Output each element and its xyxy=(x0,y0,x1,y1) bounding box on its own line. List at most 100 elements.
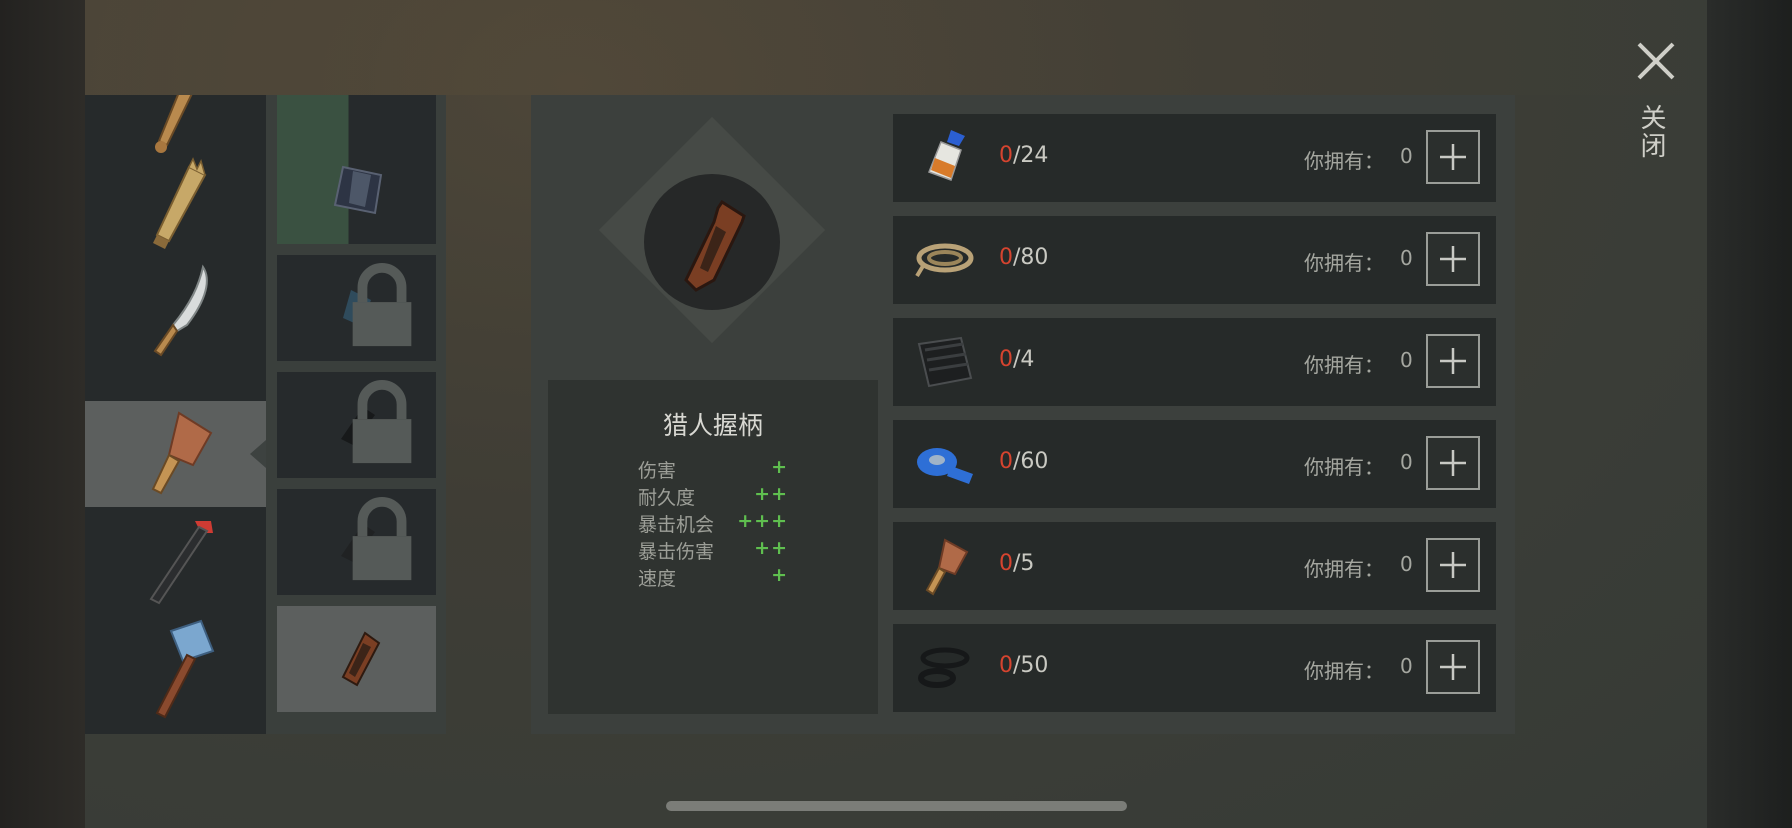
selection-arrow xyxy=(250,440,266,468)
add-button[interactable] xyxy=(1426,640,1480,694)
add-button[interactable] xyxy=(1426,436,1480,490)
stat-label: 伤害 xyxy=(638,460,677,482)
owned-label: 你拥有： xyxy=(1304,455,1384,479)
owned-value: 0 xyxy=(1400,144,1413,168)
material-have: 0 xyxy=(999,347,1013,372)
stat-label: 耐久度 xyxy=(638,487,696,509)
top-band xyxy=(85,0,1707,95)
material-count: 0/50 xyxy=(999,653,1048,678)
material-have: 0 xyxy=(999,653,1013,678)
plus-icon xyxy=(1440,654,1466,680)
stat-value: + xyxy=(771,564,788,586)
plus-icon xyxy=(1440,246,1466,272)
plus-icon xyxy=(1440,450,1466,476)
item-preview xyxy=(644,174,780,310)
weapon-item-cleaver[interactable] xyxy=(85,401,266,507)
right-edge xyxy=(1707,0,1792,828)
weapon-item-machete[interactable] xyxy=(85,261,266,367)
lock-icon xyxy=(352,263,412,347)
stat-row: 伤害 + xyxy=(638,456,788,483)
stat-value: ++ xyxy=(754,483,788,505)
owned-value: 0 xyxy=(1400,246,1413,270)
material-row-rope: 0/80 你拥有： 0 xyxy=(893,216,1496,304)
weapon-item-baseball-bat[interactable] xyxy=(85,95,266,161)
rope-icon xyxy=(915,243,974,278)
weapon-list[interactable] xyxy=(85,95,266,734)
material-have: 0 xyxy=(999,449,1013,474)
hunter-grip-preview-icon xyxy=(684,199,746,292)
owned-label: 你拥有： xyxy=(1304,659,1384,683)
add-button[interactable] xyxy=(1426,130,1480,184)
stat-label: 暴击机会 xyxy=(638,514,715,536)
left-edge xyxy=(0,0,85,828)
owned-value: 0 xyxy=(1400,450,1413,474)
mod-slot-tape-wrap[interactable] xyxy=(277,255,436,361)
owned-value: 0 xyxy=(1400,348,1413,372)
crowbar-icon xyxy=(149,521,213,605)
rubber-sheet-icon xyxy=(917,336,973,388)
stat-row: 速度 + xyxy=(638,564,788,591)
mod-slot-grip-black-2[interactable] xyxy=(277,489,436,595)
home-indicator[interactable] xyxy=(666,801,1127,811)
material-count: 0/24 xyxy=(999,143,1048,168)
add-button[interactable] xyxy=(1426,232,1480,286)
mod-slot-cleaver-blade[interactable] xyxy=(277,138,436,244)
material-need: /50 xyxy=(1013,653,1049,678)
glue-icon xyxy=(928,130,965,181)
plus-icon xyxy=(1440,348,1466,374)
spiked-plank-icon xyxy=(152,157,206,249)
lock-icon xyxy=(352,497,412,581)
material-count: 0/4 xyxy=(999,347,1034,372)
cleaver-blade-icon xyxy=(333,165,382,215)
owned-label: 你拥有： xyxy=(1304,149,1384,173)
close-button[interactable] xyxy=(1633,38,1679,84)
sledgehammer-icon xyxy=(155,619,214,719)
stat-value: + xyxy=(771,456,788,478)
stat-value: ++ xyxy=(754,537,788,559)
owned-label: 你拥有： xyxy=(1304,353,1384,377)
mod-slot-hunter-grip[interactable] xyxy=(277,606,436,712)
stat-row: 暴击机会 +++ xyxy=(638,510,788,537)
weapon-item-sledgehammer[interactable] xyxy=(85,613,266,719)
stat-row: 耐久度 ++ xyxy=(638,483,788,510)
close-label[interactable]: 关闭 xyxy=(1636,104,1670,160)
weapon-item-crowbar[interactable] xyxy=(85,507,266,613)
stat-value: +++ xyxy=(737,510,788,532)
stat-row: 暴击伤害 ++ xyxy=(638,537,788,564)
weapon-item-spiked-plank[interactable] xyxy=(85,155,266,261)
machete-icon xyxy=(153,264,208,357)
material-have: 0 xyxy=(999,245,1013,270)
material-have: 0 xyxy=(999,551,1013,576)
cleaver-icon xyxy=(151,411,212,495)
add-button[interactable] xyxy=(1426,538,1480,592)
item-name: 猎人握柄 xyxy=(662,411,763,440)
plus-icon xyxy=(1440,552,1466,578)
material-row-glue: 0/24 你拥有： 0 xyxy=(893,114,1496,202)
material-row-rubber-sheet: 0/4 你拥有： 0 xyxy=(893,318,1496,406)
mod-list[interactable] xyxy=(266,95,446,734)
material-have: 0 xyxy=(999,143,1013,168)
material-row-cleaver: 0/5 你拥有： 0 xyxy=(893,522,1496,610)
material-count: 0/5 xyxy=(999,551,1034,576)
material-count: 0/60 xyxy=(999,449,1048,474)
lock-icon xyxy=(352,380,412,464)
material-need: /4 xyxy=(1013,347,1035,372)
plus-icon xyxy=(1440,144,1466,170)
add-button[interactable] xyxy=(1426,334,1480,388)
stat-label: 暴击伤害 xyxy=(638,541,715,563)
material-need: /24 xyxy=(1013,143,1049,168)
material-need: /5 xyxy=(1013,551,1035,576)
mod-slot-grip-black[interactable] xyxy=(277,372,436,478)
item-info: 猎人握柄 伤害 + 耐久度 ++ 暴击机会 +++ 暴击伤害 ++ 速度 + xyxy=(548,380,878,714)
duct-tape-icon xyxy=(917,448,973,484)
material-row-rubber-rings: 0/50 你拥有： 0 xyxy=(893,624,1496,712)
rubber-rings-icon xyxy=(918,647,970,688)
mod-slot-partial[interactable] xyxy=(277,95,436,141)
material-count: 0/80 xyxy=(999,245,1048,270)
material-need: /80 xyxy=(1013,245,1049,270)
material-need: /60 xyxy=(1013,449,1049,474)
close-icon xyxy=(1637,42,1675,80)
owned-value: 0 xyxy=(1400,654,1413,678)
hunter-grip-icon xyxy=(341,631,380,687)
cleaver-icon xyxy=(925,538,969,596)
